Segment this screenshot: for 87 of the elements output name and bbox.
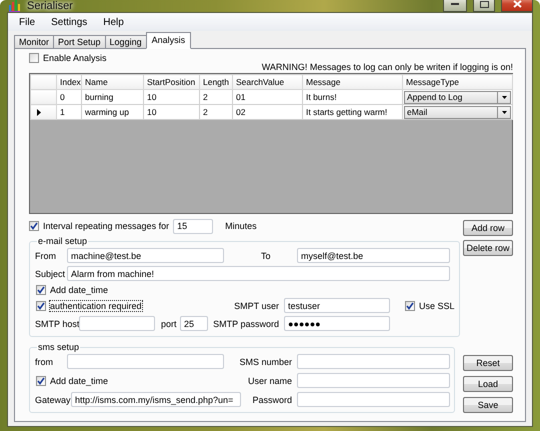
input-field[interactable]: 15 bbox=[173, 218, 214, 234]
input-field[interactable]: Alarm from machine! bbox=[67, 266, 450, 281]
checkbox-label: Add date_time bbox=[50, 376, 108, 386]
input-field[interactable]: testuser bbox=[284, 298, 390, 313]
field-label: Minutes bbox=[225, 221, 257, 231]
app-icon bbox=[9, 0, 21, 12]
table-cell: 1 bbox=[56, 104, 82, 120]
checkbox[interactable] bbox=[29, 221, 39, 231]
checkbox-label: Enable Analysis bbox=[43, 53, 107, 63]
file-button[interactable]: Save bbox=[463, 397, 513, 413]
table-cell: It starts getting warm! bbox=[302, 104, 402, 120]
input-field[interactable]: http://isms.com.my/isms_send.php?un= bbox=[71, 392, 241, 407]
minimize-button[interactable] bbox=[443, 0, 467, 12]
checkbox-label: authentication required bbox=[50, 300, 142, 310]
tab[interactable]: Monitor bbox=[14, 35, 54, 49]
row-button[interactable]: Delete row bbox=[463, 240, 513, 256]
menu-item[interactable]: Settings bbox=[44, 14, 94, 30]
input-field[interactable] bbox=[297, 354, 450, 369]
table-cell: 10 bbox=[144, 104, 200, 120]
table-cell: 10 bbox=[144, 90, 200, 104]
maximize-icon bbox=[480, 0, 488, 8]
row-header[interactable] bbox=[30, 104, 56, 120]
dropdown-arrow-icon bbox=[502, 110, 506, 114]
minimize-icon bbox=[451, 2, 459, 6]
tab[interactable]: Analysis bbox=[146, 32, 192, 49]
checkbox-label: Use SSL bbox=[419, 300, 455, 310]
column-header[interactable]: SearchValue bbox=[232, 74, 302, 90]
checkbox[interactable] bbox=[36, 284, 46, 294]
field-label: SMTP password bbox=[212, 318, 280, 328]
checkbox[interactable] bbox=[405, 300, 415, 310]
table-cell: burning bbox=[82, 90, 144, 104]
table-cell: It burns! bbox=[302, 90, 402, 104]
input-field[interactable]: machine@test.be bbox=[67, 248, 224, 263]
field-label: From bbox=[35, 250, 57, 260]
table-cell: 0 bbox=[56, 90, 82, 104]
field-label: from bbox=[35, 356, 54, 366]
column-header[interactable]: MessageType bbox=[402, 74, 512, 90]
row-button[interactable]: Add row bbox=[463, 220, 513, 236]
column-header[interactable]: StartPosition bbox=[144, 74, 200, 90]
corner-header bbox=[30, 74, 56, 90]
input-field[interactable] bbox=[297, 373, 450, 388]
group-title: e-mail setup bbox=[37, 236, 88, 246]
checkbox[interactable] bbox=[29, 53, 39, 63]
dropdown-arrow-icon bbox=[502, 96, 506, 98]
column-header[interactable]: Name bbox=[82, 74, 144, 90]
field-label: SMPT user bbox=[233, 300, 280, 310]
tab[interactable]: Logging bbox=[104, 35, 147, 49]
maximize-button[interactable] bbox=[473, 0, 495, 12]
file-button[interactable]: Load bbox=[463, 376, 513, 392]
field-label: SMTP host bbox=[35, 318, 79, 328]
field-label: To bbox=[261, 250, 272, 260]
field-label: SMS number bbox=[238, 356, 293, 366]
table-cell: 02 bbox=[232, 104, 302, 120]
column-header[interactable]: Message bbox=[302, 74, 402, 90]
column-header[interactable]: Index bbox=[56, 74, 82, 90]
input-field[interactable] bbox=[67, 354, 224, 369]
close-button[interactable] bbox=[501, 0, 533, 12]
input-field[interactable] bbox=[79, 316, 155, 331]
field-label: port bbox=[160, 318, 178, 328]
field-label: Subject bbox=[35, 268, 66, 278]
file-button[interactable]: Reset bbox=[463, 355, 513, 371]
field-label: User name bbox=[246, 376, 293, 386]
input-field[interactable]: myself@test.be bbox=[297, 248, 450, 263]
column-header[interactable]: Length bbox=[200, 74, 232, 90]
menu-item[interactable]: File bbox=[12, 14, 42, 30]
table-cell: 2 bbox=[200, 90, 232, 104]
checkbox-label: Interval repeating messages for bbox=[43, 221, 170, 231]
menu-item[interactable]: Help bbox=[96, 14, 131, 30]
checkbox[interactable] bbox=[36, 300, 46, 310]
message-type-dropdown[interactable]: Append to Log bbox=[404, 90, 511, 104]
window-title: Serialiser bbox=[27, 0, 74, 12]
password-field[interactable] bbox=[297, 392, 450, 407]
password-field[interactable]: ●●●●●● bbox=[284, 316, 390, 331]
input-field[interactable]: 25 bbox=[180, 316, 208, 331]
field-label: Password bbox=[251, 394, 293, 404]
table-cell: 01 bbox=[232, 90, 302, 104]
table-cell: 2 bbox=[200, 104, 232, 120]
table-cell: warming up bbox=[82, 104, 144, 120]
row-pointer-icon bbox=[37, 108, 41, 116]
field-label: Gateway bbox=[35, 394, 71, 404]
group-title: sms setup bbox=[37, 342, 80, 352]
message-type-dropdown[interactable]: eMail bbox=[404, 106, 511, 118]
close-icon bbox=[512, 0, 522, 8]
checkbox[interactable] bbox=[36, 376, 46, 386]
checkbox-label: Add date_time bbox=[50, 284, 108, 294]
tab[interactable]: Port Setup bbox=[53, 35, 106, 49]
warning-text: WARNING! Messages to log can only be writen if logging is on! bbox=[262, 62, 513, 72]
